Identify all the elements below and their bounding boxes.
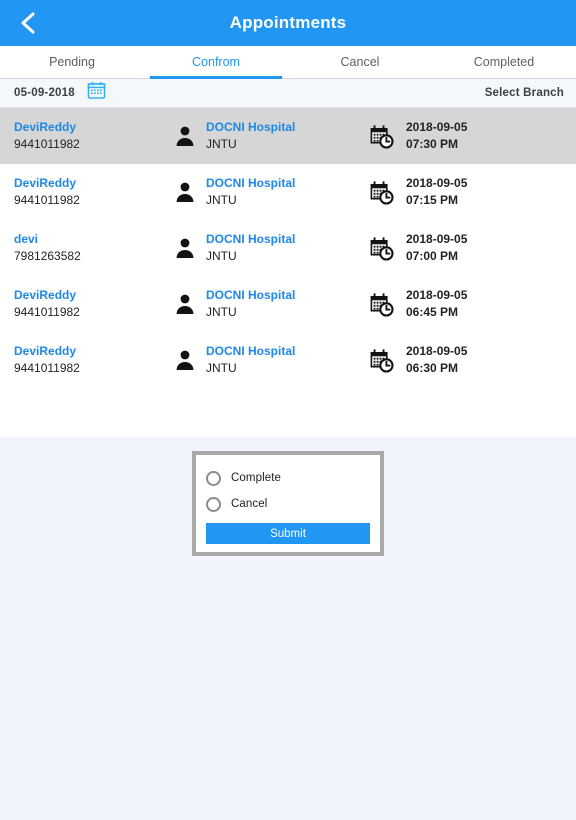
table-row[interactable]: DeviReddy 9441011982 DOCNI Hospital JNTU 201… [0, 108, 576, 164]
patient-cell: DeviReddy 9441011982 [0, 287, 172, 321]
datetime-text: 2018-09-05 06:30 PM [406, 343, 467, 377]
hospital-cell: DOCNI Hospital JNTU [172, 343, 368, 377]
patient-cell: DeviReddy 9441011982 [0, 343, 172, 377]
hospital-branch: JNTU [206, 193, 237, 207]
appointment-date: 2018-09-05 [406, 288, 468, 302]
hospital-name: DOCNI Hospital [206, 176, 296, 190]
hospital-branch: JNTU [206, 249, 237, 263]
patient-name: devi [14, 232, 39, 246]
appointment-date: 2018-09-05 [406, 344, 468, 358]
filter-bar: 05-09-2018 Select Branch [0, 79, 576, 108]
hospital-cell: DOCNI Hospital JNTU [172, 231, 368, 265]
tab-bar: Pending Confrom Cancel Completed [0, 46, 576, 79]
appointment-list[interactable]: DeviReddy 9441011982 DOCNI Hospital JNTU 201… [0, 108, 576, 437]
page-title: Appointments [229, 13, 347, 32]
tab-confrom-label: Confrom [192, 55, 240, 69]
appointment-date: 2018-09-05 [406, 232, 468, 246]
radio-complete-icon[interactable] [206, 470, 221, 486]
hospital-branch: JNTU [206, 305, 237, 319]
hospital-name: DOCNI Hospital [206, 288, 296, 302]
tab-pending-label: Pending [49, 55, 95, 69]
person-icon [172, 291, 198, 317]
radio-cancel-icon[interactable] [206, 496, 221, 512]
hospital-text: DOCNI Hospital JNTU [206, 231, 295, 265]
calendar-clock-icon [368, 347, 394, 373]
calendar-picker-button[interactable] [87, 81, 107, 105]
table-row[interactable]: devi 7981263582 DOCNI Hospital JNTU 2018-09-… [0, 220, 576, 276]
appointment-time: 07:00 PM [406, 249, 459, 263]
appointment-time: 06:45 PM [406, 305, 459, 319]
patient-phone: 7981263582 [14, 249, 81, 263]
patient-phone: 9441011982 [14, 193, 80, 207]
datetime-cell: 2018-09-05 07:15 PM [368, 175, 576, 209]
patient-phone: 9441011982 [14, 137, 80, 151]
hospital-cell: DOCNI Hospital JNTU [172, 287, 368, 321]
datetime-text: 2018-09-05 06:45 PM [406, 287, 467, 321]
submit-button[interactable]: Submit [206, 523, 370, 544]
patient-name: DeviReddy [14, 344, 77, 358]
datetime-text: 2018-09-05 07:30 PM [406, 119, 467, 153]
tab-cancel[interactable]: Cancel [288, 46, 432, 78]
patient-name: DeviReddy [14, 120, 77, 134]
patient-cell: DeviReddy 9441011982 [0, 119, 172, 153]
radio-cancel-label: Cancel [231, 498, 268, 510]
calendar-clock-icon [368, 123, 394, 149]
selected-date: 05-09-2018 [14, 87, 75, 99]
appointment-time: 06:30 PM [406, 361, 459, 375]
appointment-time: 07:15 PM [406, 193, 459, 207]
table-row[interactable]: DeviReddy 9441011982 DOCNI Hospital JNTU 201… [0, 332, 576, 388]
datetime-text: 2018-09-05 07:15 PM [406, 175, 467, 209]
hospital-cell: DOCNI Hospital JNTU [172, 175, 368, 209]
tab-completed-label: Completed [473, 55, 535, 69]
person-icon [172, 179, 198, 205]
hospital-name: DOCNI Hospital [206, 344, 296, 358]
table-row[interactable]: DeviReddy 9441011982 DOCNI Hospital JNTU 201… [0, 164, 576, 220]
appointment-date: 2018-09-05 [406, 176, 468, 190]
action-dialog: Complete Cancel Submit [192, 451, 384, 556]
appointment-time: 07:30 PM [406, 137, 459, 151]
select-branch-button[interactable]: Select Branch [485, 87, 564, 99]
hospital-branch: JNTU [206, 361, 237, 375]
datetime-cell: 2018-09-05 07:30 PM [368, 119, 576, 153]
datetime-cell: 2018-09-05 06:45 PM [368, 287, 576, 321]
tab-confrom[interactable]: Confrom [144, 46, 288, 79]
hospital-name: DOCNI Hospital [206, 120, 296, 134]
patient-name: DeviReddy [14, 176, 77, 190]
patient-name: DeviReddy [14, 288, 77, 302]
patient-phone: 9441011982 [14, 361, 80, 375]
person-icon [172, 235, 198, 261]
lower-panel: Complete Cancel Submit [0, 437, 576, 820]
hospital-branch: JNTU [206, 137, 237, 151]
person-icon [172, 123, 198, 149]
tab-pending[interactable]: Pending [0, 46, 144, 78]
datetime-text: 2018-09-05 07:00 PM [406, 231, 467, 265]
chevron-left-icon [18, 10, 38, 36]
radio-option-complete[interactable]: Complete [206, 465, 370, 491]
calendar-clock-icon [368, 235, 394, 261]
table-row[interactable]: DeviReddy 9441011982 DOCNI Hospital JNTU 201… [0, 276, 576, 332]
calendar-clock-icon [368, 179, 394, 205]
datetime-cell: 2018-09-05 06:30 PM [368, 343, 576, 377]
tab-completed[interactable]: Completed [432, 46, 576, 78]
datetime-cell: 2018-09-05 07:00 PM [368, 231, 576, 265]
radio-complete-label: Complete [231, 472, 282, 484]
hospital-text: DOCNI Hospital JNTU [206, 175, 295, 209]
calendar-clock-icon [368, 291, 394, 317]
patient-cell: devi 7981263582 [0, 231, 172, 265]
hospital-cell: DOCNI Hospital JNTU [172, 119, 368, 153]
calendar-icon [87, 81, 106, 105]
back-button[interactable] [0, 0, 56, 46]
patient-cell: DeviReddy 9441011982 [0, 175, 172, 209]
person-icon [172, 347, 198, 373]
hospital-name: DOCNI Hospital [206, 232, 296, 246]
hospital-text: DOCNI Hospital JNTU [206, 287, 295, 321]
patient-phone: 9441011982 [14, 305, 80, 319]
radio-option-cancel[interactable]: Cancel [206, 491, 370, 517]
tab-cancel-label: Cancel [340, 55, 380, 69]
appointment-date: 2018-09-05 [406, 120, 468, 134]
hospital-text: DOCNI Hospital JNTU [206, 343, 295, 377]
app-bar: Appointments [0, 0, 576, 46]
hospital-text: DOCNI Hospital JNTU [206, 119, 295, 153]
